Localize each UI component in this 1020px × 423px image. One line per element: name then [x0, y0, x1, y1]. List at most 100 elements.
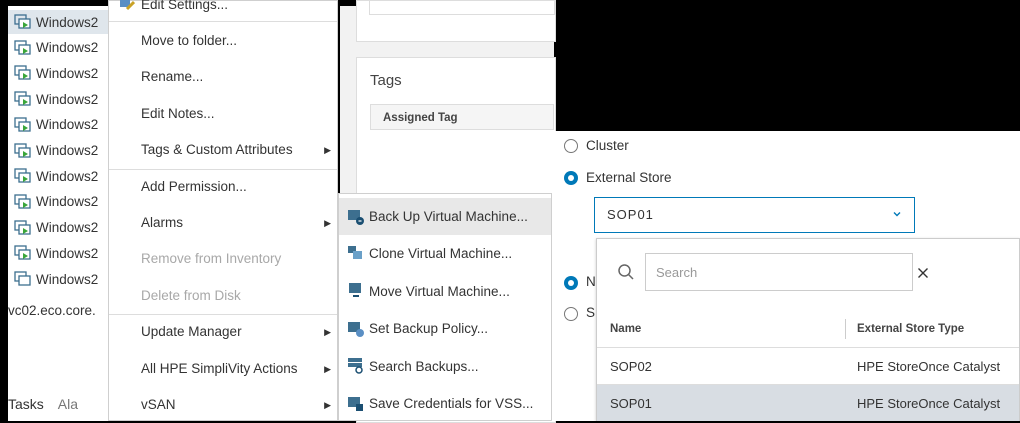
column-header-name[interactable]: Name [610, 311, 641, 347]
vm-tree-item[interactable]: Windows2 [14, 164, 98, 188]
credentials-icon [348, 396, 363, 411]
menu-item-move-to-folder[interactable]: Move to folder... [109, 23, 337, 59]
vm-name: Windows2 [36, 168, 99, 184]
menu-item-vsan[interactable]: vSAN ▶ [109, 387, 337, 423]
submenu-arrow-icon: ▶ [324, 145, 331, 156]
backup-vm-icon [348, 209, 364, 225]
radio-option-4[interactable] [564, 307, 578, 321]
chevron-down-icon [893, 212, 901, 217]
store-type: HPE StoreOnce Catalyst [857, 396, 1001, 411]
submenu-item-back-up-virtual-machine[interactable]: Back Up Virtual Machine... [339, 198, 551, 235]
virtual-machine-icon [14, 168, 31, 183]
menu-item-label: Edit Notes... [141, 105, 215, 121]
vcenter-node[interactable]: vc02.eco.core. [8, 303, 96, 318]
vm-tree-item[interactable]: Windows2 [14, 139, 98, 163]
submenu-item-move-virtual-machine[interactable]: Move Virtual Machine... [339, 273, 551, 310]
virtual-machine-icon [14, 194, 31, 209]
vm-tree-item[interactable]: Windows2 [14, 267, 98, 291]
vm-name: Windows2 [36, 65, 99, 81]
radio-option-3-label: N [586, 274, 596, 289]
vm-tree-item[interactable]: Windows2 [14, 61, 98, 85]
vm-name: Windows2 [36, 40, 99, 56]
vm-name: Windows2 [36, 271, 99, 287]
external-store-select-value: SOP01 [607, 207, 654, 222]
vm-tree-item[interactable]: Windows2 [14, 241, 98, 265]
submenu-item-set-backup-policy[interactable]: Set Backup Policy... [339, 310, 551, 347]
radio-cluster-label: Cluster [586, 138, 629, 153]
tab-alarms[interactable]: Ala [58, 396, 78, 412]
menu-item-label: Add Permission... [141, 178, 247, 194]
submenu-item-label: Clone Virtual Machine... [369, 246, 513, 262]
submenu-arrow-icon: ▶ [324, 363, 331, 374]
vm-tree-item[interactable]: Windows2 [14, 216, 98, 240]
menu-item-label: Update Manager [141, 324, 242, 340]
external-store-dropdown: Name External Store Type SOP02 HPE Store… [596, 238, 1020, 421]
submenu-item-clone-virtual-machine[interactable]: Clone Virtual Machine... [339, 235, 551, 272]
radio-cluster[interactable] [564, 139, 578, 153]
search-icon [618, 264, 634, 280]
menu-item-label: Rename... [141, 69, 204, 85]
menu-item-update-manager[interactable]: Update Manager ▶ [109, 314, 337, 350]
vm-context-menu: Edit Settings... Move to folder... Rename… [108, 0, 338, 421]
vm-tree-item[interactable]: Windows2 [14, 190, 98, 214]
close-icon[interactable] [917, 267, 929, 279]
virtual-machine-icon [14, 91, 31, 106]
radio-external-store[interactable] [564, 171, 578, 185]
inventory-tree: Windows2 Windows2 Windows2 Windows2 Windows2… [8, 6, 114, 421]
backup-destination-panel: Cluster External Store SOP01 N S Name Ex… [554, 131, 1020, 421]
table-row-selected[interactable]: SOP01 HPE StoreOnce Catalyst [597, 384, 1019, 421]
menu-item-label: vSAN [141, 397, 176, 412]
submenu-item-label: Move Virtual Machine... [369, 283, 510, 299]
submenu-item-label: Set Backup Policy... [369, 321, 489, 337]
store-name: SOP02 [610, 359, 652, 374]
virtual-machine-icon [14, 40, 31, 55]
menu-item-delete-from-disk: Delete from Disk [109, 278, 337, 314]
assigned-tag-header[interactable]: Assigned Tag [370, 104, 554, 130]
submenu-item-label: Back Up Virtual Machine... [369, 209, 528, 224]
vm-name: Windows2 [36, 14, 99, 30]
search-backups-icon [348, 358, 363, 374]
vm-tree-item[interactable]: Windows2 [14, 87, 98, 111]
external-store-select[interactable]: SOP01 [594, 197, 915, 233]
submenu-item-search-backups[interactable]: Search Backups... [339, 348, 551, 385]
submenu-arrow-icon: ▶ [324, 218, 331, 228]
radio-external-store-label: External Store [586, 170, 672, 185]
table-row[interactable]: SOP02 HPE StoreOnce Catalyst [597, 347, 1019, 384]
menu-item-all-hpe-simplivity-actions[interactable]: All HPE SimpliVity Actions ▶ [109, 351, 337, 387]
vm-name: Windows2 [36, 117, 99, 133]
vm-tree-item[interactable]: Windows2 [8, 10, 114, 34]
submenu-item-save-credentials-for-vss[interactable]: Save Credentials for VSS... [339, 385, 551, 422]
menu-item-label: All HPE SimpliVity Actions [141, 360, 298, 376]
virtual-machine-icon [14, 245, 31, 260]
store-search-input[interactable] [654, 254, 908, 290]
menu-item-edit-notes[interactable]: Edit Notes... [109, 96, 337, 132]
menu-item-remove-from-inventory: Remove from Inventory [109, 241, 337, 277]
column-header-store-type[interactable]: External Store Type [857, 311, 964, 347]
store-type: HPE StoreOnce Catalyst [857, 359, 1001, 374]
menu-separator [109, 21, 337, 22]
virtual-machine-icon [14, 14, 31, 29]
store-name: SOP01 [610, 396, 652, 411]
menu-item-label: Tags & Custom Attributes [141, 142, 293, 158]
simplivity-actions-submenu: Back Up Virtual Machine... Clone Virtual … [338, 193, 552, 421]
menu-item-label: Delete from Disk [141, 287, 241, 303]
vm-tree-item[interactable]: Windows2 [14, 36, 98, 60]
submenu-arrow-icon: ▶ [324, 400, 331, 410]
menu-item-alarms[interactable]: Alarms ▶ [109, 205, 337, 241]
summary-card [356, 0, 556, 42]
bottom-tabs: Tasks Ala [8, 396, 78, 412]
submenu-item-label: Save Credentials for VSS... [369, 396, 534, 411]
clone-vm-icon [348, 245, 362, 259]
store-search-field[interactable] [645, 253, 913, 291]
menu-item-add-permission[interactable]: Add Permission... [109, 169, 337, 205]
menu-item-tags-custom-attributes[interactable]: Tags & Custom Attributes ▶ [109, 132, 337, 168]
vm-tree-item[interactable]: Windows2 [14, 113, 98, 137]
vm-name: Windows2 [36, 194, 99, 210]
tab-tasks[interactable]: Tasks [8, 396, 44, 412]
column-divider [845, 319, 846, 339]
submenu-item-label: Search Backups... [369, 358, 479, 374]
menu-item-edit-settings[interactable]: Edit Settings... [109, 0, 337, 23]
radio-option-3[interactable] [564, 276, 578, 290]
menu-item-rename[interactable]: Rename... [109, 59, 337, 95]
vm-name: Windows2 [36, 91, 99, 107]
